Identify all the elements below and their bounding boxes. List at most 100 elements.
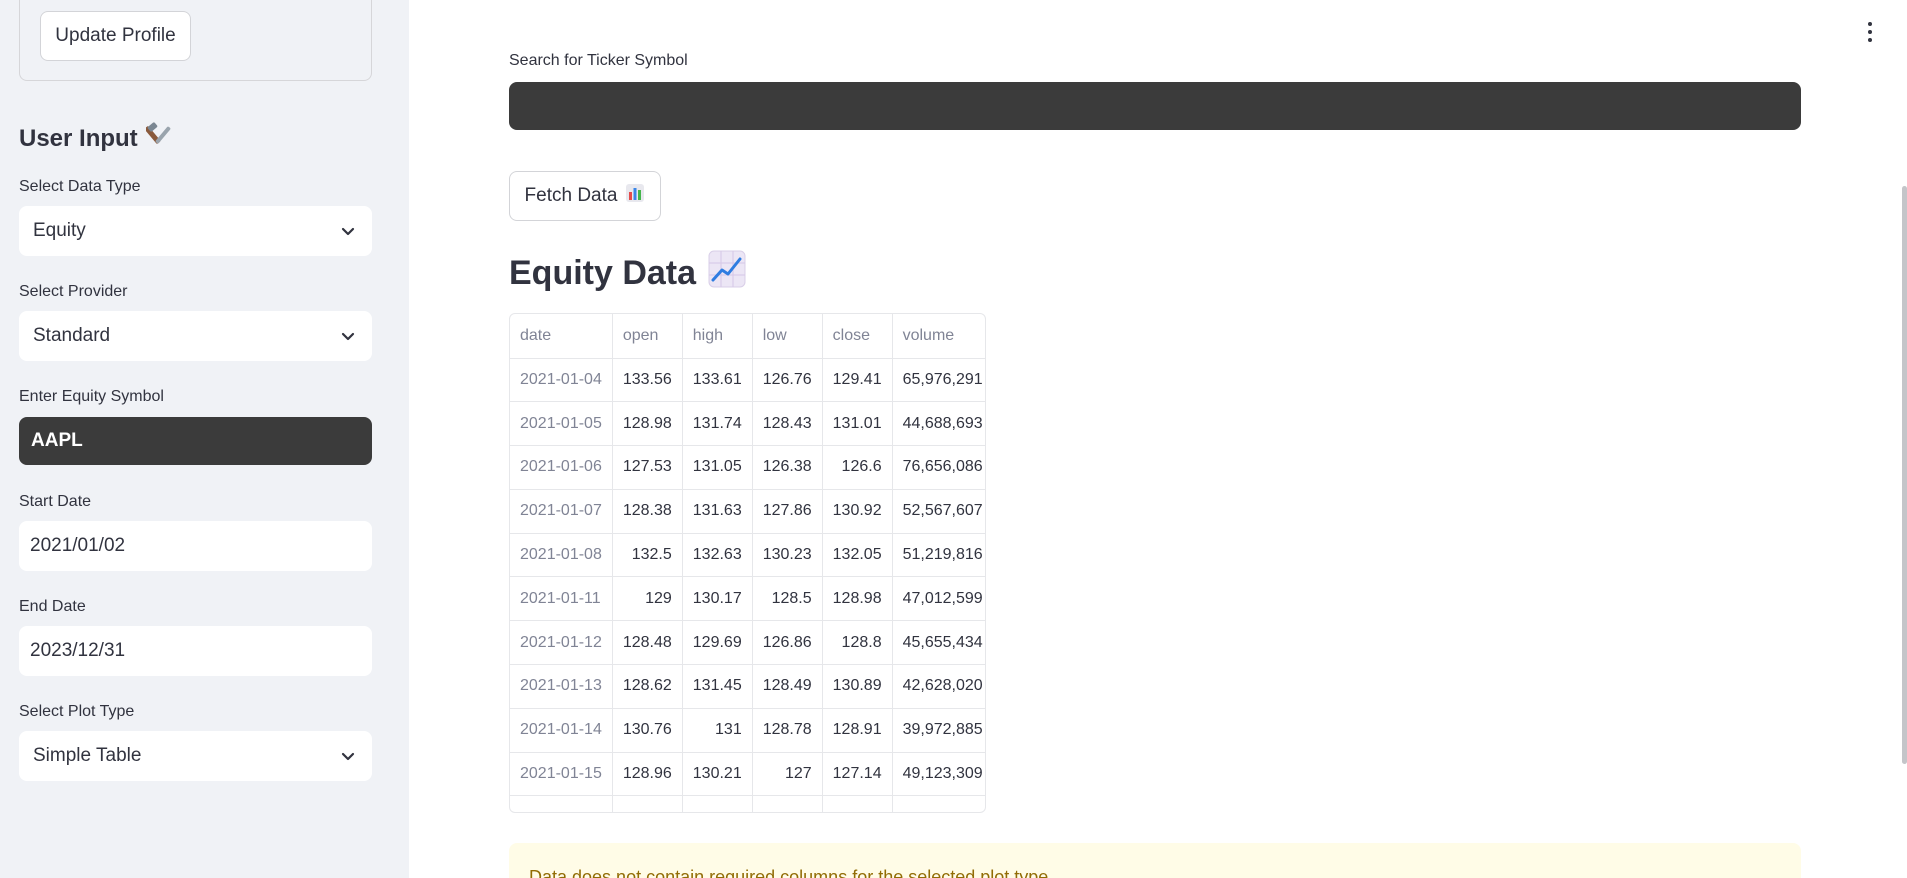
table-cell-volume[interactable]: 76,656,086	[892, 445, 985, 490]
table-cell-low[interactable]: 130.23	[752, 533, 823, 578]
table-cell-volume[interactable]: 65,976,291	[892, 358, 985, 403]
table-cell-close[interactable]: 126.6	[822, 445, 893, 490]
chevron-down-icon	[341, 332, 355, 341]
data-type-label: Select Data Type	[19, 178, 141, 195]
warning-alert: Data does not contain required columns f…	[509, 843, 1801, 878]
table-cell-open[interactable]: 127.53	[612, 445, 683, 490]
table-cell-open[interactable]: 128.96	[612, 752, 683, 797]
table-cell-low[interactable]: 127	[752, 752, 823, 797]
table-cell-close[interactable]: 132.05	[822, 533, 893, 578]
table-cell[interactable]	[682, 795, 753, 812]
table-cell-close[interactable]: 131.01	[822, 401, 893, 447]
table-header-row: date open high low close volume	[510, 314, 985, 359]
table-cell-date[interactable]: 2021-01-05	[510, 401, 613, 447]
data-type-select[interactable]: Equity	[19, 206, 372, 256]
table-cell-date[interactable]: 2021-01-11	[510, 576, 613, 622]
table-cell-low[interactable]: 128.49	[752, 664, 823, 709]
update-profile-button[interactable]: Update Profile	[40, 11, 191, 61]
table-cell-open[interactable]: 128.62	[612, 664, 683, 709]
fetch-data-label: Fetch Data	[524, 185, 618, 206]
table-cell-date[interactable]: 2021-01-12	[510, 620, 613, 666]
page-title: Equity Data	[509, 254, 697, 292]
table-cell-low[interactable]: 126.86	[752, 620, 823, 666]
table-cell-volume[interactable]: 44,688,693	[892, 401, 985, 447]
table-cell-high[interactable]: 131.45	[682, 664, 753, 709]
table-cell-volume[interactable]: 49,123,309	[892, 752, 985, 797]
table-cell-date[interactable]: 2021-01-04	[510, 358, 613, 403]
table-cell-close[interactable]: 128.98	[822, 576, 893, 622]
table-cell-high[interactable]: 130.21	[682, 752, 753, 797]
column-header-close[interactable]: close	[822, 314, 893, 359]
table-cell-low[interactable]: 126.76	[752, 358, 823, 403]
column-header-high[interactable]: high	[682, 314, 753, 359]
table-cell-volume[interactable]: 39,972,885	[892, 708, 985, 753]
equity-symbol-input[interactable]: AAPL	[19, 417, 372, 465]
table-cell-low[interactable]: 128.78	[752, 708, 823, 753]
table-cell-open[interactable]: 128.98	[612, 401, 683, 447]
table-cell-high[interactable]: 131.63	[682, 489, 753, 534]
table-cell-high[interactable]: 131	[682, 708, 753, 753]
chevron-down-icon	[341, 227, 355, 236]
table-cell-date[interactable]: 2021-01-14	[510, 708, 613, 753]
table-cell-high[interactable]: 132.63	[682, 533, 753, 578]
table-cell-high[interactable]: 130.17	[682, 576, 753, 622]
table-cell-date[interactable]: 2021-01-06	[510, 445, 613, 490]
table-cell-open[interactable]: 132.5	[612, 533, 683, 578]
table-cell-close[interactable]: 130.89	[822, 664, 893, 709]
table-row: 2021-01-14 130.76 131 128.78 128.91 39,972,88…	[510, 708, 985, 753]
column-header-volume[interactable]: volume	[892, 314, 985, 359]
table-cell-volume[interactable]: 51,219,816	[892, 533, 985, 578]
plot-type-label: Select Plot Type	[19, 703, 135, 720]
table-cell-date[interactable]: 2021-01-15	[510, 752, 613, 797]
table-cell-low[interactable]: 128.5	[752, 576, 823, 622]
ticker-search-input[interactable]	[509, 82, 1801, 130]
table-cell-high[interactable]: 131.74	[682, 401, 753, 447]
table-cell-close[interactable]: 130.92	[822, 489, 893, 534]
table-cell-open[interactable]: 133.56	[612, 358, 683, 403]
table-cell[interactable]	[612, 795, 683, 812]
start-date-input[interactable]: 2021/01/02	[19, 521, 372, 571]
table-row: 2021-01-04 133.56 133.61 126.76 129.41 65,976…	[510, 358, 985, 403]
table-cell[interactable]	[752, 795, 823, 812]
table-cell[interactable]	[892, 795, 985, 812]
table-cell[interactable]	[822, 795, 893, 812]
table-cell-low[interactable]: 126.38	[752, 445, 823, 490]
main-scrollbar[interactable]	[1902, 186, 1907, 764]
table-cell-close[interactable]: 128.91	[822, 708, 893, 753]
column-header-low[interactable]: low	[752, 314, 823, 359]
table-cell-volume[interactable]: 52,567,607	[892, 489, 985, 534]
table-cell-high[interactable]: 129.69	[682, 620, 753, 666]
table-cell-open[interactable]: 128.48	[612, 620, 683, 666]
end-date-input[interactable]: 2023/12/31	[19, 626, 372, 676]
column-header-date[interactable]: date	[510, 314, 613, 359]
table-cell-volume[interactable]: 47,012,599	[892, 576, 985, 622]
plot-type-select[interactable]: Simple Table	[19, 731, 372, 781]
table-cell-date[interactable]: 2021-01-08	[510, 533, 613, 578]
table-cell-high[interactable]: 133.61	[682, 358, 753, 403]
table-cell-low[interactable]: 127.86	[752, 489, 823, 534]
equity-symbol-value: AAPL	[31, 430, 83, 451]
more-menu-icon[interactable]	[1860, 20, 1880, 44]
table-cell-date[interactable]: 2021-01-07	[510, 489, 613, 534]
start-date-label: Start Date	[19, 493, 92, 510]
column-header-open[interactable]: open	[612, 314, 683, 359]
table-cell-open[interactable]: 129	[612, 576, 683, 622]
table-cell-volume[interactable]: 42,628,020	[892, 664, 985, 709]
symbol-label: Enter Equity Symbol	[19, 388, 164, 405]
table-cell-open[interactable]: 128.38	[612, 489, 683, 534]
table-cell-close[interactable]: 129.41	[822, 358, 893, 403]
provider-select[interactable]: Standard	[19, 311, 372, 361]
table-cell-open[interactable]: 130.76	[612, 708, 683, 753]
table-row: 2021-01-13 128.62 131.45 128.49 130.89 42,628…	[510, 664, 985, 709]
equity-data-table[interactable]: date open high low close volume 2021-01-…	[509, 313, 986, 813]
table-cell-high[interactable]: 131.05	[682, 445, 753, 490]
table-cell-date[interactable]: 2021-01-13	[510, 664, 613, 709]
table-cell-volume[interactable]: 45,655,434	[892, 620, 985, 666]
table-cell-close[interactable]: 127.14	[822, 752, 893, 797]
table-cell-low[interactable]: 128.43	[752, 401, 823, 447]
table-cell[interactable]	[510, 795, 613, 812]
table-row: 2021-01-08 132.5 132.63 130.23 132.05 51,219,…	[510, 533, 985, 578]
fetch-data-button[interactable]: Fetch Data	[509, 171, 661, 221]
table-row: 2021-01-05 128.98 131.74 128.43 131.01 44,688…	[510, 401, 985, 447]
table-cell-close[interactable]: 128.8	[822, 620, 893, 666]
